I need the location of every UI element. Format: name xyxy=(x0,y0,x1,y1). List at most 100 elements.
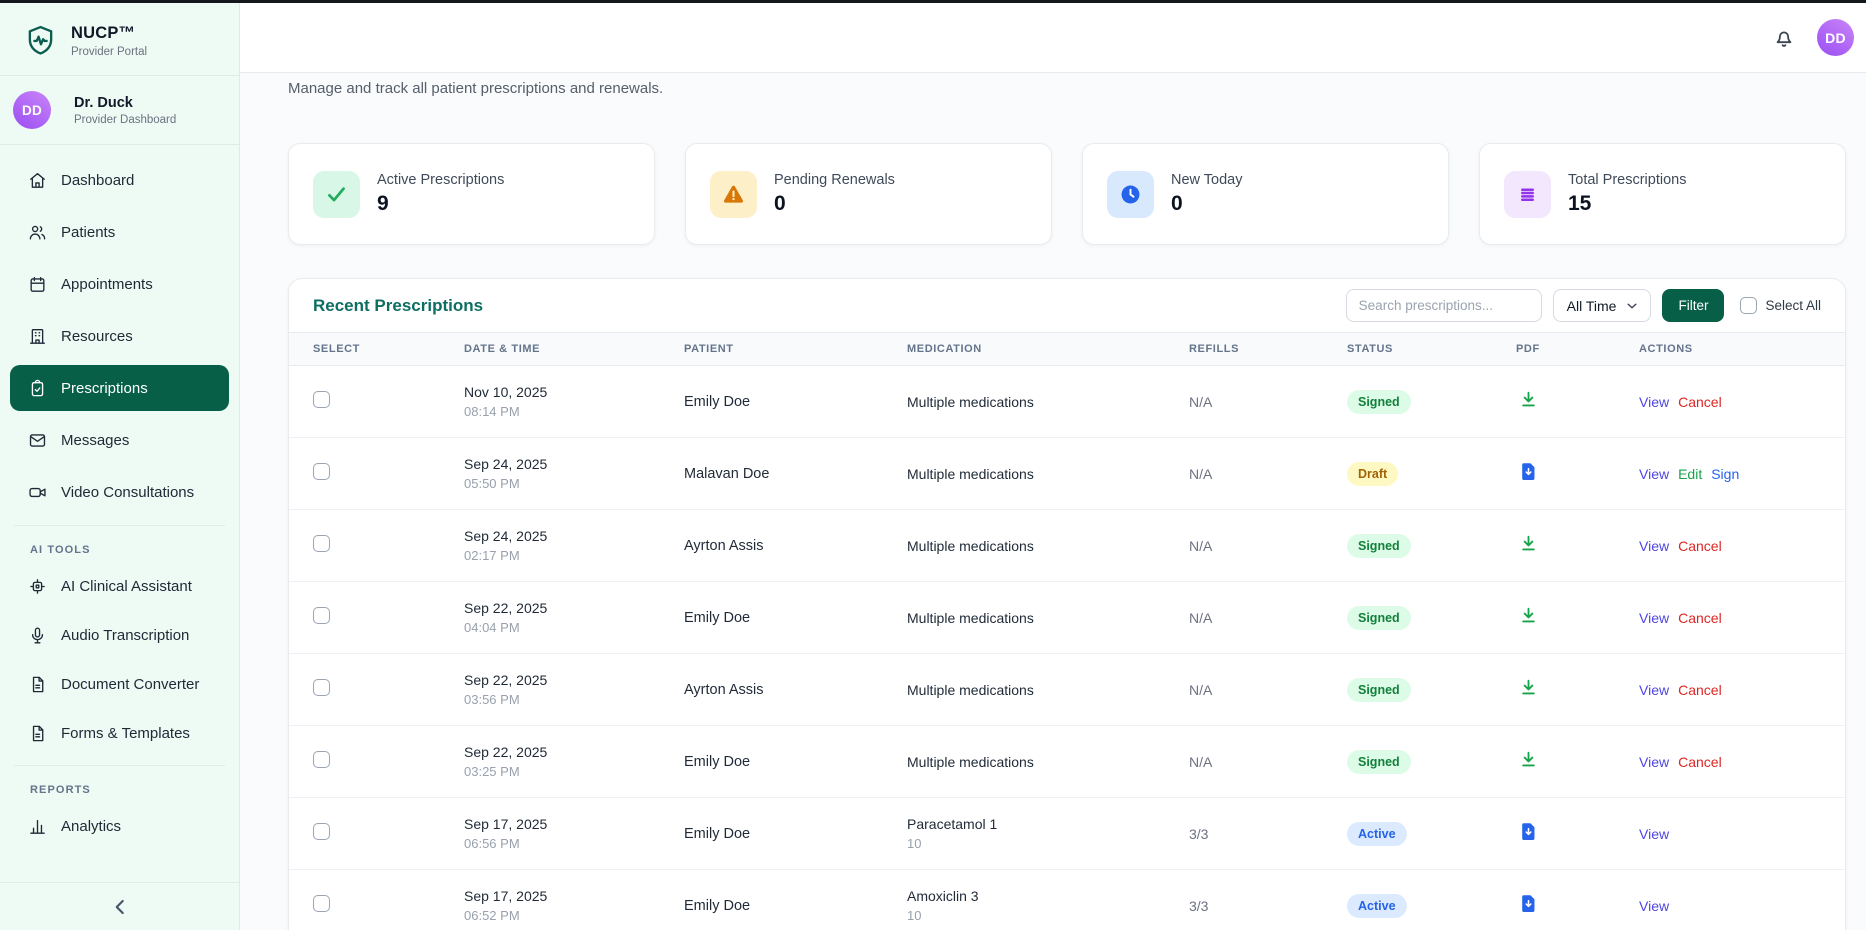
sidebar-section-label: AI TOOLS xyxy=(10,532,229,564)
download-icon[interactable] xyxy=(1518,749,1539,770)
sidebar-nav: Dashboard Patients Appointments Resources Pr… xyxy=(0,145,239,848)
table-row: Nov 10, 202508:14 PMEmily DoeMultiple me… xyxy=(289,366,1845,438)
sidebar-item-messages[interactable]: Messages xyxy=(10,417,229,463)
stat-value: 9 xyxy=(377,192,504,216)
column-header-actions: Actions xyxy=(1639,343,1821,355)
filter-button[interactable]: Filter xyxy=(1662,289,1724,322)
sidebar-item-resources[interactable]: Resources xyxy=(10,313,229,359)
status-badge: Signed xyxy=(1347,678,1411,702)
file-download-icon[interactable] xyxy=(1518,821,1539,842)
row-medication-detail: 10 xyxy=(907,836,1189,851)
row-checkbox[interactable] xyxy=(313,679,330,696)
row-patient: Emily Doe xyxy=(684,898,907,914)
building-icon xyxy=(28,327,47,346)
row-date: Sep 22, 2025 xyxy=(464,672,684,688)
stat-card-pending-renewals: Pending Renewals0 xyxy=(685,143,1052,245)
search-input[interactable] xyxy=(1346,289,1542,322)
column-header-status: Status xyxy=(1347,343,1516,355)
user-avatar[interactable]: DD xyxy=(1817,19,1854,56)
time-filter-select[interactable]: All Time xyxy=(1553,289,1652,322)
recent-prescriptions-card: Recent Prescriptions All Time Filter Sel… xyxy=(288,278,1846,930)
row-refills: N/A xyxy=(1189,754,1347,770)
row-checkbox[interactable] xyxy=(313,607,330,624)
row-checkbox[interactable] xyxy=(313,751,330,768)
file-download-icon[interactable] xyxy=(1518,893,1539,914)
row-refills: 3/3 xyxy=(1189,898,1347,914)
download-icon[interactable] xyxy=(1518,605,1539,626)
sidebar-item-patients[interactable]: Patients xyxy=(10,209,229,255)
brand: NUCP™ Provider Portal xyxy=(0,3,239,76)
file-download-icon[interactable] xyxy=(1518,461,1539,482)
cancel-action[interactable]: Cancel xyxy=(1678,682,1722,698)
sidebar-item-document-converter[interactable]: Document Converter xyxy=(10,662,229,706)
column-header-refills: Refills xyxy=(1189,343,1347,355)
row-date: Sep 17, 2025 xyxy=(464,816,684,832)
stat-label: Total Prescriptions xyxy=(1568,172,1686,188)
sidebar-item-video-consultations[interactable]: Video Consultations xyxy=(10,469,229,515)
download-icon[interactable] xyxy=(1518,677,1539,698)
row-refills: N/A xyxy=(1189,394,1347,410)
row-medication: Paracetamol 1 xyxy=(907,816,1189,832)
cancel-action[interactable]: Cancel xyxy=(1678,538,1722,554)
profile-name: Dr. Duck xyxy=(74,95,176,111)
column-header-medication: Medication xyxy=(907,343,1189,355)
row-medication: Multiple medications xyxy=(907,682,1189,698)
row-patient: Emily Doe xyxy=(684,754,907,770)
view-action[interactable]: View xyxy=(1639,754,1669,770)
status-badge: Signed xyxy=(1347,750,1411,774)
sidebar-item-label: AI Clinical Assistant xyxy=(61,578,192,595)
sidebar-item-label: Analytics xyxy=(61,818,121,835)
view-action[interactable]: View xyxy=(1639,682,1669,698)
row-date: Sep 22, 2025 xyxy=(464,600,684,616)
content: Manage and track all patient prescriptio… xyxy=(240,73,1866,930)
view-action[interactable]: View xyxy=(1639,826,1669,842)
row-checkbox[interactable] xyxy=(313,391,330,408)
row-checkbox[interactable] xyxy=(313,535,330,552)
sign-action[interactable]: Sign xyxy=(1711,466,1739,482)
stat-value: 0 xyxy=(774,192,895,216)
row-actions: View Edit Sign xyxy=(1639,466,1821,482)
stat-card-new-today: New Today0 xyxy=(1082,143,1449,245)
sidebar-item-ai-clinical-assistant[interactable]: AI Clinical Assistant xyxy=(10,564,229,608)
stat-label: Active Prescriptions xyxy=(377,172,504,188)
calendar-icon xyxy=(28,275,47,294)
download-icon[interactable] xyxy=(1518,533,1539,554)
row-checkbox[interactable] xyxy=(313,823,330,840)
view-action[interactable]: View xyxy=(1639,538,1669,554)
sidebar-item-label: Appointments xyxy=(61,276,153,293)
cancel-action[interactable]: Cancel xyxy=(1678,754,1722,770)
edit-action[interactable]: Edit xyxy=(1678,466,1702,482)
download-icon[interactable] xyxy=(1518,389,1539,410)
view-action[interactable]: View xyxy=(1639,394,1669,410)
row-refills: N/A xyxy=(1189,682,1347,698)
row-time: 03:56 PM xyxy=(464,692,684,707)
row-actions: View Cancel xyxy=(1639,610,1821,626)
row-checkbox[interactable] xyxy=(313,463,330,480)
column-header-patient: Patient xyxy=(684,343,907,355)
table-row: Sep 24, 202505:50 PMMalavan DoeMultiple … xyxy=(289,438,1845,510)
cancel-action[interactable]: Cancel xyxy=(1678,610,1722,626)
video-icon xyxy=(28,483,47,502)
row-medication: Multiple medications xyxy=(907,754,1189,770)
view-action[interactable]: View xyxy=(1639,898,1669,914)
row-patient: Ayrton Assis xyxy=(684,682,907,698)
sidebar-item-label: Patients xyxy=(61,224,115,241)
sidebar-item-analytics[interactable]: Analytics xyxy=(10,804,229,848)
sidebar: NUCP™ Provider Portal DD Dr. Duck Provid… xyxy=(0,3,240,930)
row-refills: N/A xyxy=(1189,610,1347,626)
sidebar-item-audio-transcription[interactable]: Audio Transcription xyxy=(10,613,229,657)
row-checkbox[interactable] xyxy=(313,895,330,912)
sidebar-item-forms-templates[interactable]: Forms & Templates xyxy=(10,711,229,755)
chevron-left-icon[interactable] xyxy=(107,894,133,920)
view-action[interactable]: View xyxy=(1639,466,1669,482)
stat-value: 15 xyxy=(1568,192,1686,216)
notifications-bell-icon[interactable] xyxy=(1772,26,1796,50)
sidebar-item-prescriptions[interactable]: Prescriptions xyxy=(10,365,229,411)
cancel-action[interactable]: Cancel xyxy=(1678,394,1722,410)
select-all-checkbox[interactable] xyxy=(1740,297,1757,314)
sidebar-item-appointments[interactable]: Appointments xyxy=(10,261,229,307)
card-title: Recent Prescriptions xyxy=(313,296,483,316)
view-action[interactable]: View xyxy=(1639,610,1669,626)
sidebar-item-dashboard[interactable]: Dashboard xyxy=(10,157,229,203)
status-badge: Active xyxy=(1347,894,1407,918)
